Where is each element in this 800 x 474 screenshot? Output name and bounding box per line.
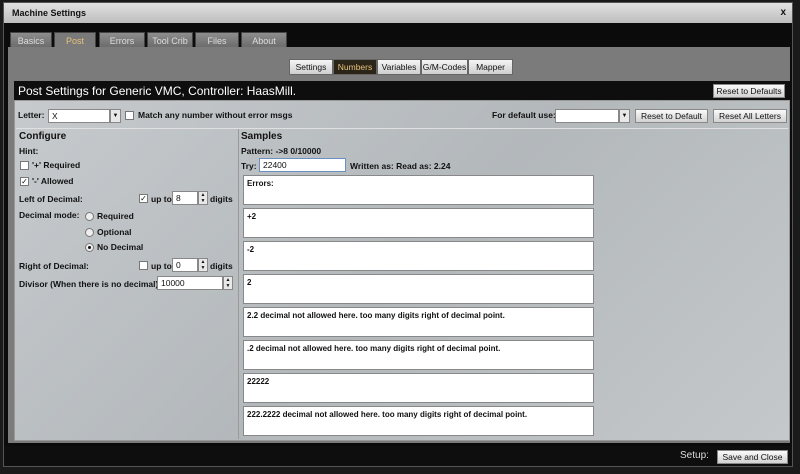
reset-to-defaults-button[interactable]: Reset to Defaults — [713, 84, 785, 98]
letter-select[interactable]: X — [48, 109, 110, 123]
minus-allowed-label: '-' Allowed — [32, 176, 74, 186]
sample-box: 2 — [243, 274, 594, 304]
divisor-spinner[interactable]: ▲ ▼ — [223, 276, 233, 290]
title-bar: Machine Settings x — [4, 3, 792, 23]
post-settings-header: Post Settings for Generic VMC, Controlle… — [14, 81, 790, 100]
sample-box: +2 — [243, 208, 594, 238]
close-button[interactable]: x — [780, 7, 786, 18]
tab-about[interactable]: About — [241, 32, 287, 48]
decimal-optional-label: Optional — [97, 227, 132, 237]
decimal-none-radio[interactable] — [85, 243, 94, 252]
setup-label: Setup: — [680, 450, 709, 461]
letter-dropdown-icon[interactable]: ▼ — [110, 109, 121, 123]
subtab-settings[interactable]: Settings — [289, 59, 333, 75]
divisor-label: Divisor (When there is no decimal): — [19, 279, 162, 289]
decimal-optional-radio[interactable] — [85, 228, 94, 237]
plus-required-checkbox[interactable] — [20, 161, 29, 170]
samples-title: Samples — [241, 131, 283, 142]
machine-settings-window: Machine Settings x Basics Post Errors To… — [3, 2, 793, 467]
window-title: Machine Settings — [12, 8, 87, 18]
try-input[interactable]: 22400 — [259, 158, 346, 172]
right-digits-spinner[interactable]: ▲ ▼ — [198, 258, 208, 272]
letter-label: Letter: — [18, 110, 45, 120]
minus-allowed-checkbox[interactable]: ✓ — [20, 177, 29, 186]
decimal-required-radio[interactable] — [85, 212, 94, 221]
page-title: Post Settings for Generic VMC, Controlle… — [18, 84, 297, 98]
tab-basics[interactable]: Basics — [10, 32, 52, 48]
decimal-required-label: Required — [97, 211, 134, 221]
left-upto-label: up to — [151, 194, 172, 204]
divider — [16, 128, 788, 129]
plus-required-label: '+' Required — [32, 160, 81, 170]
column-divider — [238, 129, 239, 439]
sample-box: 2.2 decimal not allowed here. too many d… — [243, 307, 594, 337]
subtab-numbers[interactable]: Numbers — [333, 59, 377, 75]
left-digits-unit: digits — [210, 194, 233, 204]
right-upto-label: up to — [151, 261, 172, 271]
right-digits-unit: digits — [210, 261, 233, 271]
default-use-dropdown-icon[interactable]: ▼ — [619, 109, 630, 123]
written-as-label: Written as: Read as: 2.24 — [350, 161, 451, 171]
sample-box: 222.2222 decimal not allowed here. too m… — [243, 406, 594, 436]
left-digits-input[interactable]: 8 — [172, 191, 198, 205]
default-use-label: For default use: — [492, 110, 556, 120]
left-digits-spinner[interactable]: ▲ ▼ — [198, 191, 208, 205]
tab-files[interactable]: Files — [195, 32, 239, 48]
left-upto-checkbox[interactable]: ✓ — [139, 194, 148, 203]
tab-tool-crib[interactable]: Tool Crib — [147, 32, 193, 48]
decimal-mode-label: Decimal mode: — [19, 210, 80, 220]
default-use-select[interactable] — [555, 109, 619, 123]
tab-post[interactable]: Post — [54, 32, 96, 48]
footer-bar: Setup: Save and Close — [4, 446, 792, 466]
save-and-close-button[interactable]: Save and Close — [717, 450, 788, 464]
right-digits-input[interactable]: 0 — [172, 258, 198, 272]
match-any-label: Match any number without error msgs — [138, 110, 293, 120]
match-any-checkbox[interactable] — [125, 111, 134, 120]
errors-box: Errors: — [243, 175, 594, 205]
divisor-input[interactable]: 10000 — [157, 276, 223, 290]
hint-label: Hint: — [19, 146, 39, 156]
reset-all-letters-button[interactable]: Reset All Letters — [713, 109, 787, 123]
sample-box: 22222 — [243, 373, 594, 403]
reset-to-default-button[interactable]: Reset to Default — [635, 109, 708, 123]
configure-title: Configure — [19, 131, 67, 142]
subtab-gm-codes[interactable]: G/M-Codes — [421, 59, 468, 75]
pattern-label: Pattern: ->8 0/10000 — [241, 146, 322, 156]
right-upto-checkbox[interactable] — [139, 261, 148, 270]
subtab-variables[interactable]: Variables — [377, 59, 421, 75]
left-of-decimal-label: Left of Decimal: — [19, 194, 83, 204]
decimal-none-label: No Decimal — [97, 242, 144, 252]
tab-errors[interactable]: Errors — [99, 32, 145, 48]
subtab-mapper[interactable]: Mapper — [468, 59, 513, 75]
try-label: Try: — [241, 161, 257, 171]
sample-box: .2 decimal not allowed here. too many di… — [243, 340, 594, 370]
right-of-decimal-label: Right of Decimal: — [19, 261, 89, 271]
sample-box: -2 — [243, 241, 594, 271]
